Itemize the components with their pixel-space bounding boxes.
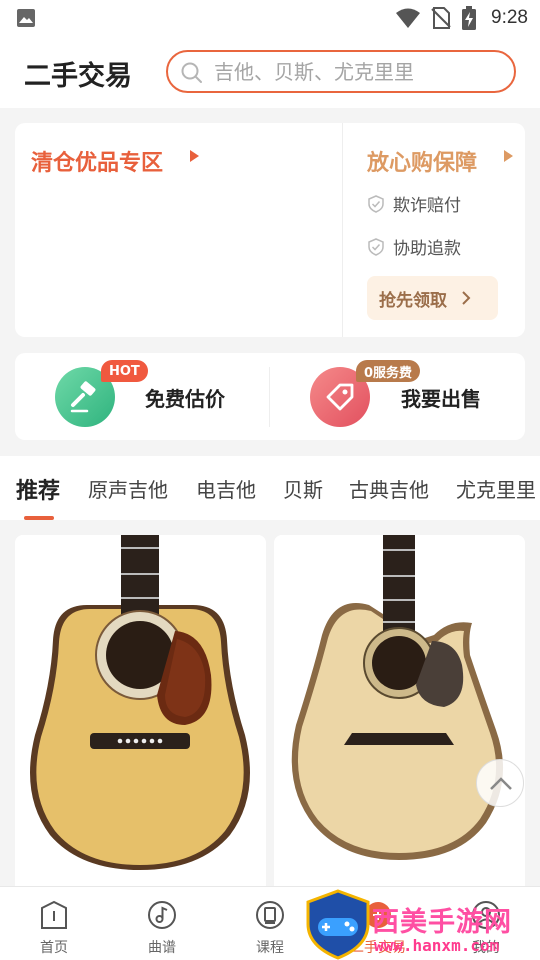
tab-electric-guitar[interactable]: 电吉他 (196, 474, 256, 503)
guitar-image (15, 535, 266, 895)
nav-sheet-music-label: 曲谱 (148, 940, 176, 956)
scroll-to-top-button[interactable] (476, 759, 524, 807)
nav-profile-label: 我的 (472, 940, 500, 956)
tab-recommended[interactable]: 推荐 (16, 473, 60, 505)
search-input[interactable] (214, 57, 504, 87)
promo-card: 清仓优品专区 放心购保障 欺诈赔付 协助追款 抢先领取 (15, 123, 525, 337)
claim-button-label: 抢先领取 (379, 290, 447, 311)
clock-time: 9:28 (491, 7, 528, 28)
zero-fee-badge: 0服务费 (356, 360, 421, 382)
page-title: 二手交易 (24, 61, 132, 92)
claim-button[interactable]: 抢先领取 (367, 276, 498, 320)
active-tab-indicator (24, 516, 54, 520)
second-hand-icon (365, 902, 391, 928)
tag-icon (326, 383, 354, 411)
chevron-up-icon (490, 777, 512, 790)
home-icon (41, 900, 67, 929)
nav-second-hand[interactable]: 二手交易 (324, 887, 432, 960)
assurance-title[interactable]: 放心购保障 (367, 145, 477, 177)
free-estimate-label: 免费估价 (145, 387, 225, 411)
shield-check-icon (368, 237, 384, 256)
battery-charging-icon (462, 6, 477, 30)
gavel-icon (70, 381, 96, 413)
tab-classical-guitar[interactable]: 古典吉他 (349, 474, 429, 503)
sell-button[interactable]: 0服务费 我要出售 (270, 353, 525, 440)
clearance-title: 清仓优品专区 (31, 151, 164, 176)
nav-sheet-music[interactable]: 曲谱 (108, 887, 216, 960)
hot-badge: HOT (101, 360, 148, 382)
tab-ukulele[interactable]: 尤克里里 (456, 474, 536, 503)
tab-acoustic-guitar[interactable]: 原声吉他 (88, 474, 168, 503)
product-card[interactable] (274, 535, 525, 895)
assurance-panel: 放心购保障 欺诈赔付 协助追款 抢先领取 (343, 123, 525, 337)
clearance-zone[interactable]: 清仓优品专区 (15, 123, 342, 337)
actions-card: HOT 免费估价 0服务费 我要出售 (15, 353, 525, 440)
chevron-right-icon (462, 291, 471, 305)
book-icon (256, 901, 284, 929)
assurance-item-label: 欺诈赔付 (393, 196, 461, 216)
nav-home-label: 首页 (40, 940, 68, 956)
product-card[interactable] (15, 535, 266, 895)
nav-profile[interactable]: 我的 (432, 887, 540, 960)
shield-check-icon (368, 194, 384, 213)
search-bar[interactable] (166, 50, 516, 93)
bottom-nav: 首页 曲谱 课程 二手交易 我的 (0, 886, 540, 960)
sell-label: 我要出售 (401, 387, 481, 411)
guitar-image (274, 535, 525, 895)
nav-courses[interactable]: 课程 (216, 887, 324, 960)
nav-courses-label: 课程 (256, 940, 284, 956)
nav-home[interactable]: 首页 (0, 887, 108, 960)
triangle-right-icon (504, 150, 513, 162)
no-sim-icon (431, 7, 451, 29)
nav-second-hand-label: 二手交易 (350, 940, 406, 956)
free-estimate-button[interactable]: HOT 免费估价 (15, 353, 270, 440)
status-bar: 9:28 (0, 0, 540, 36)
assurance-item-label: 协助追款 (393, 239, 461, 259)
triangle-right-icon (190, 150, 199, 162)
app-header: 二手交易 (0, 36, 540, 108)
search-icon (181, 62, 202, 83)
tab-bass[interactable]: 贝斯 (283, 474, 323, 503)
wifi-icon (396, 8, 421, 28)
profile-icon (472, 901, 500, 929)
music-note-icon (148, 901, 176, 929)
gallery-icon (17, 9, 35, 27)
assurance-item: 协助追款 (367, 234, 461, 259)
assurance-item: 欺诈赔付 (367, 191, 461, 216)
category-tabs: 推荐 原声吉他 电吉他 贝斯 古典吉他 尤克里里 (0, 456, 540, 520)
